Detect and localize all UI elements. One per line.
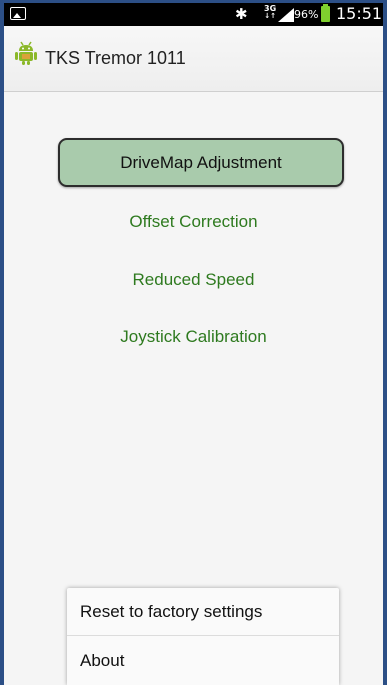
app-title: TKS Tremor 1011 bbox=[45, 48, 186, 68]
picture-notification-icon bbox=[10, 7, 26, 20]
overflow-menu: Reset to factory settings About bbox=[67, 588, 339, 685]
about-item[interactable]: About bbox=[67, 637, 339, 685]
drivemap-adjustment-button[interactable]: DriveMap Adjustment bbox=[58, 138, 344, 187]
signal-bars-icon bbox=[278, 8, 294, 22]
bluetooth-icon: ✱ bbox=[235, 5, 248, 23]
android-robot-icon bbox=[15, 41, 37, 65]
offset-correction-link[interactable]: Offset Correction bbox=[4, 212, 383, 232]
action-bar: TKS Tremor 1011 bbox=[4, 26, 383, 92]
status-bar: ✱ 3G ↓↑ 96% 15:51 bbox=[4, 3, 383, 26]
network-type-indicator: 3G ↓↑ bbox=[264, 4, 276, 20]
battery-icon bbox=[321, 4, 330, 22]
reduced-speed-link[interactable]: Reduced Speed bbox=[4, 270, 383, 290]
reset-factory-settings-item[interactable]: Reset to factory settings bbox=[67, 588, 339, 636]
battery-percent: 96% bbox=[294, 8, 319, 21]
clock: 15:51 bbox=[336, 4, 383, 23]
data-arrows-icon: ↓↑ bbox=[264, 12, 276, 20]
joystick-calibration-link[interactable]: Joystick Calibration bbox=[4, 327, 383, 347]
app-screen: ✱ 3G ↓↑ 96% 15:51 TKS Tremor 1011 DriveM… bbox=[4, 3, 383, 685]
